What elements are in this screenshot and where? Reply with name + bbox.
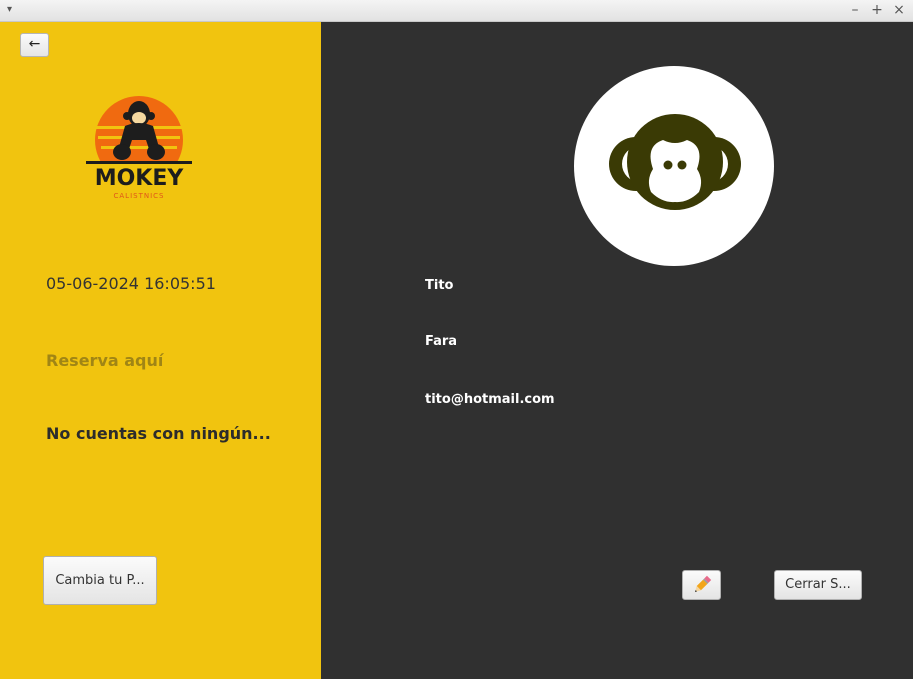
close-icon[interactable]: × bbox=[892, 2, 906, 18]
monkey-logo: MOKEY CALISTNICS bbox=[86, 96, 192, 200]
window-titlebar: ▾ – + × bbox=[0, 0, 913, 22]
back-button[interactable]: ← bbox=[20, 33, 49, 57]
window-menu-icon[interactable]: ▾ bbox=[7, 4, 12, 15]
profile-last-name: Fara bbox=[425, 334, 458, 349]
logo-tagline: CALISTNICS bbox=[114, 192, 165, 200]
logout-button[interactable]: Cerrar S... bbox=[774, 570, 862, 600]
reserva-link[interactable]: Reserva aquí bbox=[46, 351, 163, 370]
profile-email: tito@hotmail.com bbox=[425, 392, 555, 407]
pencil-icon bbox=[694, 575, 711, 593]
profile-first-name: Tito bbox=[425, 278, 454, 293]
current-datetime: 05-06-2024 16:05:51 bbox=[46, 274, 216, 293]
avatar[interactable] bbox=[574, 66, 774, 266]
logo-brand: MOKEY bbox=[95, 166, 185, 191]
maximize-icon[interactable]: + bbox=[870, 2, 884, 18]
no-reservations-text: No cuentas con ningún... bbox=[46, 424, 271, 443]
minimize-icon[interactable]: – bbox=[848, 2, 862, 18]
left-panel: ← MOKEY CALISTNICS 05-06-2024 16:05:51 R… bbox=[0, 22, 321, 679]
change-password-button[interactable]: Cambia tu P... bbox=[43, 556, 157, 605]
monkey-face-icon bbox=[609, 114, 741, 210]
profile-panel: Tito Fara tito@hotmail.com Cerrar S... bbox=[321, 22, 913, 679]
edit-profile-button[interactable] bbox=[682, 570, 721, 600]
